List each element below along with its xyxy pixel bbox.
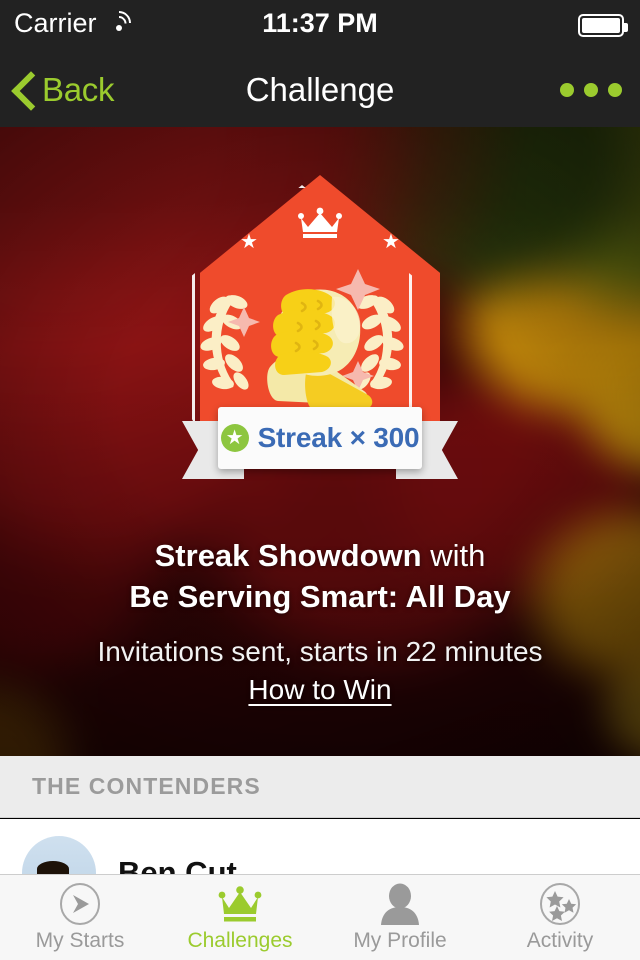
- tab-bar: My Starts Challenges My Profile Activity: [0, 874, 640, 960]
- star-badge-icon: ★: [220, 424, 249, 452]
- more-dots-icon: [560, 82, 574, 97]
- battery-full-icon: [578, 14, 628, 37]
- challenge-title: Streak Showdown with Be Serving Smart: A…: [0, 535, 640, 617]
- tab-challenges-label: Challenges: [187, 929, 293, 952]
- tab-my-profile[interactable]: My Profile: [320, 875, 480, 960]
- page-title: Challenge: [245, 70, 395, 108]
- laurel-wreath-icon: [200, 295, 249, 390]
- ribbon-plate: ★ Streak × 300: [218, 407, 422, 469]
- tab-activity-label: Activity: [526, 929, 594, 952]
- tab-my-starts[interactable]: My Starts: [0, 875, 160, 960]
- more-options-button[interactable]: [560, 52, 622, 127]
- status-bar: Carrier 11:37 PM: [0, 0, 640, 52]
- more-dots-icon: [584, 82, 598, 97]
- tab-my-starts-label: My Starts: [35, 929, 125, 952]
- challenge-copy: Streak Showdown with Be Serving Smart: A…: [0, 535, 640, 706]
- tab-my-profile-label: My Profile: [353, 929, 447, 952]
- list-item[interactable]: Ben Cut: [0, 819, 640, 874]
- badge-ribbon: ★ Streak × 300: [182, 407, 458, 497]
- person-icon: [378, 882, 422, 926]
- contenders-section-label: THE CONTENDERS: [32, 773, 261, 799]
- play-arrow-circle-icon: [58, 882, 102, 926]
- streak-label: Streak × 300: [257, 422, 420, 453]
- more-dots-icon: [608, 82, 622, 97]
- stars-circle-icon: [538, 882, 582, 926]
- contenders-list[interactable]: Ben Cut: [0, 819, 640, 874]
- clock-label: 11:37 PM: [262, 8, 378, 38]
- avatar: [22, 836, 96, 874]
- challenge-badge: ★ ★ ★ Streak × 300: [182, 175, 458, 499]
- challenge-status: Invitations sent, starts in 22 minutes: [97, 636, 543, 667]
- challenge-title-bold: Streak Showdown: [154, 538, 422, 573]
- challenge-title-regular: with: [421, 538, 486, 573]
- app-screen: Carrier 11:37 PM Back Challenge ★ ★ ★ St…: [0, 0, 640, 960]
- crown-icon: [298, 207, 342, 238]
- tab-challenges[interactable]: Challenges: [160, 875, 320, 960]
- nav-bar: Back Challenge: [0, 52, 640, 127]
- contender-name: Ben Cut: [118, 855, 237, 874]
- challenge-title-line2: Be Serving Smart: All Day: [129, 579, 511, 614]
- tab-activity[interactable]: Activity: [480, 875, 640, 960]
- how-to-win-link[interactable]: How to Win: [248, 674, 391, 706]
- crown-icon: [217, 882, 263, 926]
- contenders-section-header: THE CONTENDERS: [0, 756, 640, 818]
- clasped-hands-icon: [200, 269, 404, 411]
